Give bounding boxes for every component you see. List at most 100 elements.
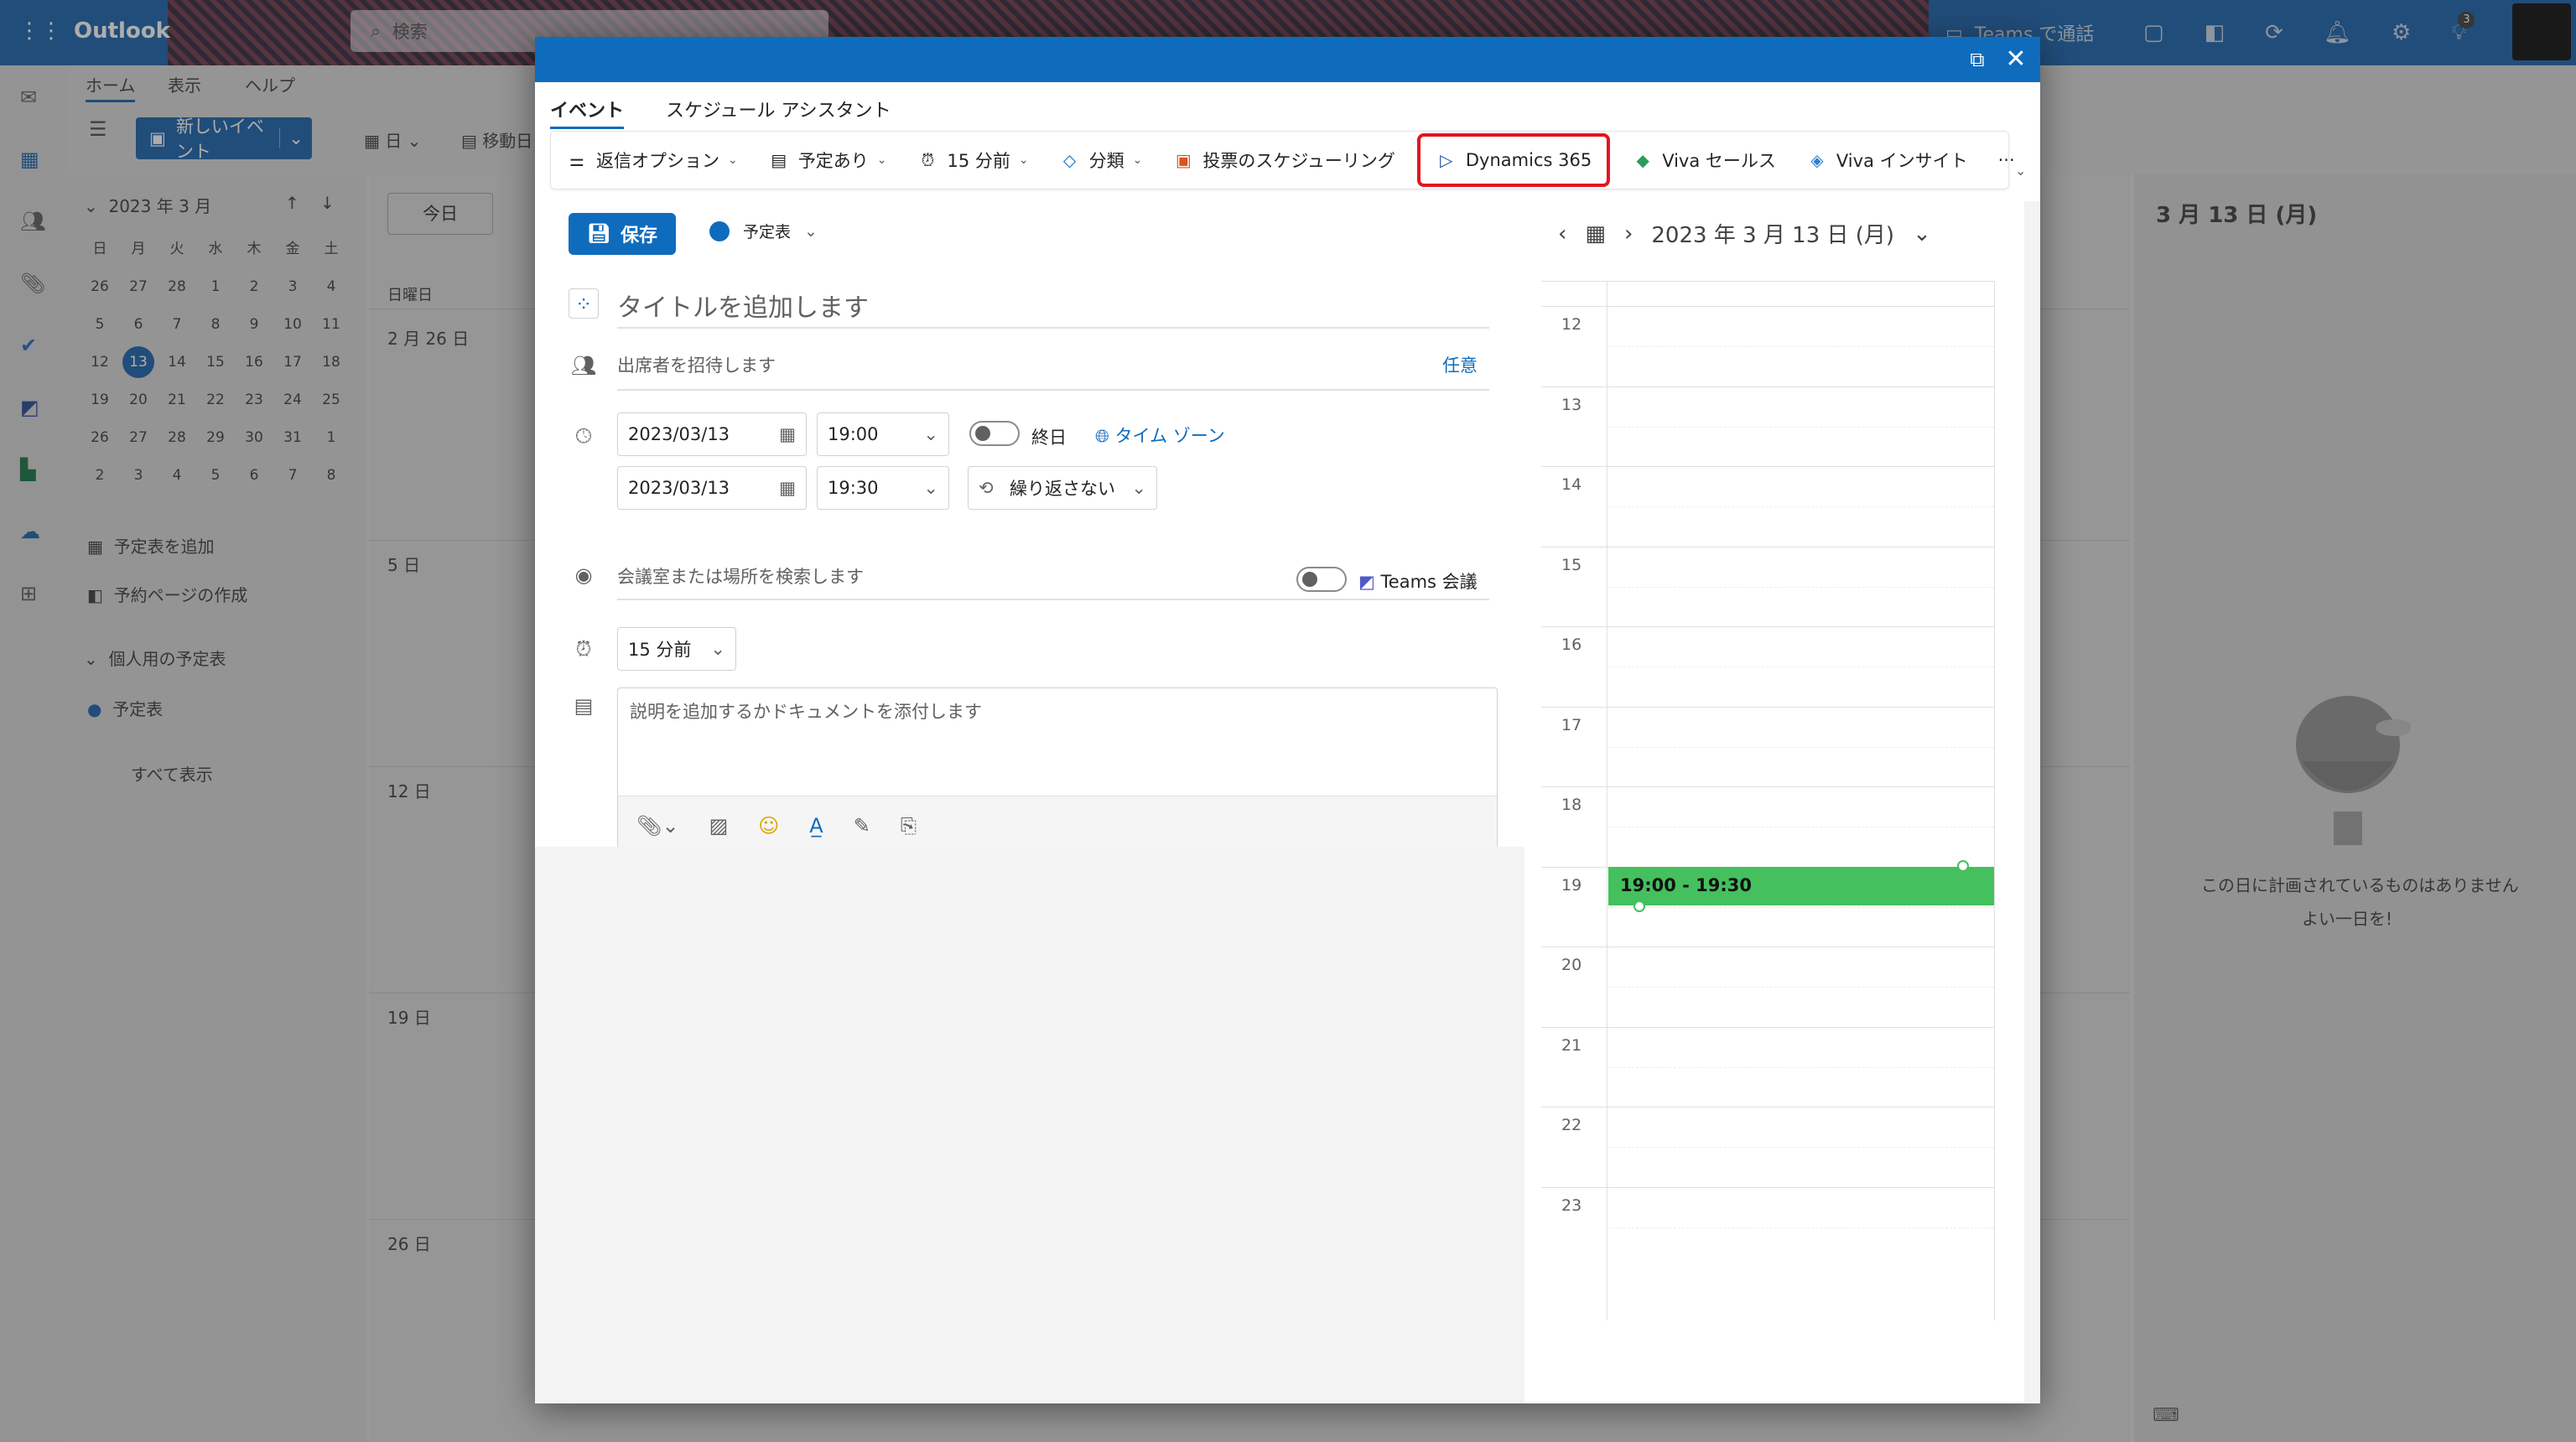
all-day-label: 終日 <box>1031 428 1067 448</box>
hour-label: 12 <box>1561 315 1582 334</box>
viva-insights-button[interactable]: ◈ Viva インサイト <box>1791 137 1983 184</box>
dynamics-icon: ▷ <box>1440 150 1453 170</box>
tab-scheduling-assistant[interactable]: スケジュール アシスタント <box>666 86 891 129</box>
save-button[interactable]: 💾︎ 保存 <box>569 213 676 255</box>
pen-icon[interactable]: ✎ <box>854 814 870 838</box>
hour-label: 18 <box>1561 796 1582 814</box>
reminder-button[interactable]: ⏰︎ 15 分前 ⌄ <box>901 137 1043 184</box>
event-form: 💾︎ 保存 予定表 ⌄ ⁘ タイトルを追加します 👥︎ 出席者を招待します 任意 🕓… <box>550 201 1523 855</box>
chevron-down-icon: ⌄ <box>804 221 818 241</box>
status-icon: ▤ <box>771 150 787 170</box>
end-time-field[interactable]: 19:30 ⌄ <box>817 466 949 510</box>
hour-row[interactable]: 20 <box>1541 947 1994 1026</box>
format-icon[interactable]: A̲ <box>809 814 823 838</box>
attendees-placeholder: 出席者を招待します <box>617 355 776 376</box>
hour-label: 21 <box>1561 1035 1582 1055</box>
viva-sales-icon: ◆ <box>1636 150 1649 170</box>
chevron-down-icon: ⌄ <box>728 153 738 167</box>
hour-label: 23 <box>1561 1196 1582 1215</box>
attach-icon[interactable]: 📎︎⌄ <box>636 814 679 838</box>
hour-row[interactable]: 15 <box>1541 546 1994 626</box>
day-preview-date[interactable]: 2023 年 3 月 13 日 (月) <box>1651 218 1894 249</box>
categorize-button[interactable]: ◇ 分類 ⌄ <box>1044 137 1158 184</box>
description-editor[interactable]: 説明を追加するかドキュメントを添付します 📎︎⌄ ▨ ☺ A̲ ✎ ⎘ <box>617 687 1498 855</box>
time-zone-link[interactable]: 🌐︎ タイム ゾーン <box>1095 423 1225 448</box>
all-day-toggle[interactable] <box>969 421 1020 446</box>
hour-label: 17 <box>1561 715 1582 734</box>
resize-handle-top[interactable] <box>1957 859 1969 872</box>
hour-row[interactable]: 22 <box>1541 1107 1994 1186</box>
chevron-down-icon: ⌄ <box>710 639 725 659</box>
hour-row[interactable]: 23 <box>1541 1186 1994 1267</box>
start-time-field[interactable]: 19:00 ⌄ <box>817 412 949 456</box>
chevron-down-icon: ⌄ <box>923 478 938 498</box>
viva-sales-button[interactable]: ◆ Viva セールス <box>1617 137 1791 184</box>
hour-label: 16 <box>1561 635 1582 654</box>
viva-insights-icon: ◈ <box>1810 150 1824 170</box>
emoji-icon[interactable]: ☺ <box>758 814 779 838</box>
chevron-down-icon: ⌄ <box>1132 153 1143 167</box>
hour-label: 15 <box>1561 555 1582 574</box>
resize-handle-bottom[interactable] <box>1633 900 1645 912</box>
hour-label: 22 <box>1561 1116 1582 1134</box>
repeat-icon: ⟲ <box>979 478 994 498</box>
image-icon[interactable]: ▨ <box>709 814 729 838</box>
event-time-block[interactable]: 19:00 - 19:30 <box>1608 859 1994 912</box>
calendar-small-icon: ▦ <box>779 424 796 444</box>
hour-row[interactable]: 18 <box>1541 786 1994 866</box>
people-add-icon: 👥︎ <box>570 354 597 377</box>
day-preview-header: ‹ ▦ › 2023 年 3 月 13 日 (月) ⌄ <box>1558 218 1931 249</box>
hour-row[interactable]: 21 <box>1541 1026 1994 1107</box>
notes-icon: ▤ <box>574 694 594 718</box>
dynamics-365-button[interactable]: ▷ Dynamics 365 <box>1416 133 1611 187</box>
save-icon: 💾︎ <box>587 223 610 245</box>
description-placeholder: 説明を追加するかドキュメントを添付します <box>630 702 982 722</box>
sliders-icon: ⚌ <box>569 150 584 170</box>
hour-row[interactable]: 13 <box>1541 386 1994 466</box>
busy-status-button[interactable]: ▤ 予定あり ⌄ <box>753 137 902 184</box>
teams-meeting-toggle[interactable] <box>1296 567 1347 592</box>
chevron-down-icon[interactable]: ⌄ <box>1913 221 1931 246</box>
calendar-small-icon: ▦ <box>779 478 796 498</box>
chevron-down-icon: ⌄ <box>1018 153 1029 167</box>
scheduling-poll-button[interactable]: ▣ 投票のスケジューリング <box>1157 137 1410 184</box>
chevron-down-icon: ⌄ <box>1131 478 1146 498</box>
calendar-picker[interactable]: 予定表 ⌄ <box>709 220 818 242</box>
popout-icon[interactable]: ⧉ <box>1963 45 1992 74</box>
chevron-right-icon[interactable]: › <box>1624 221 1633 246</box>
chevron-down-icon: ⌄ <box>923 424 938 444</box>
hour-row[interactable]: 16 <box>1541 626 1994 706</box>
toolbar-expand-icon[interactable]: ⌄ <box>2015 163 2026 179</box>
optional-attendees-link[interactable]: 任意 <box>1442 352 1478 377</box>
description-toolbar: 📎︎⌄ ▨ ☺ A̲ ✎ ⎘ <box>618 796 1497 854</box>
close-icon[interactable]: ✕ <box>2002 45 2030 74</box>
end-date-field[interactable]: 2023/03/13 ▦ <box>617 466 807 510</box>
globe-icon: 🌐︎ <box>1095 426 1109 446</box>
title-input[interactable]: タイトルを追加します <box>617 280 1489 329</box>
start-date-field[interactable]: 2023/03/13 ▦ <box>617 412 807 456</box>
alarm-icon: ⏰︎ <box>921 150 935 170</box>
chevron-down-icon: ⌄ <box>876 153 887 167</box>
hour-label: 20 <box>1561 956 1582 974</box>
event-type-icon[interactable]: ⁘ <box>569 288 599 319</box>
repeat-dropdown[interactable]: ⟲ 繰り返さない ⌄ <box>968 466 1157 510</box>
loop-icon[interactable]: ⎘ <box>901 814 917 838</box>
clock-icon: 🕓︎ <box>575 424 592 448</box>
calendar-today-icon[interactable]: ▦ <box>1585 221 1606 246</box>
hour-row[interactable]: 12 <box>1541 306 1994 386</box>
hour-row[interactable]: 17 <box>1541 706 1994 786</box>
reminder-dropdown[interactable]: 15 分前 ⌄ <box>617 627 736 671</box>
event-time-label: 19:00 - 19:30 <box>1620 874 1753 895</box>
attendees-input[interactable]: 出席者を招待します 任意 <box>617 344 1489 391</box>
tab-event[interactable]: イベント <box>550 86 625 129</box>
chevron-left-icon[interactable]: ‹ <box>1558 221 1566 246</box>
location-icon: ◉ <box>574 563 593 587</box>
alarm-icon: ⏰︎ <box>575 637 592 661</box>
form-footer-area <box>535 847 1524 1403</box>
poll-icon: ▣ <box>1175 150 1192 170</box>
hour-row[interactable]: 14 <box>1541 466 1994 546</box>
scrollbar[interactable] <box>2024 201 2040 1403</box>
location-placeholder: 会議室または場所を検索します <box>617 567 864 587</box>
reply-options-button[interactable]: ⚌ 返信オプション ⌄ <box>551 137 753 184</box>
dialog-tabs: イベント スケジュール アシスタント <box>550 86 891 129</box>
